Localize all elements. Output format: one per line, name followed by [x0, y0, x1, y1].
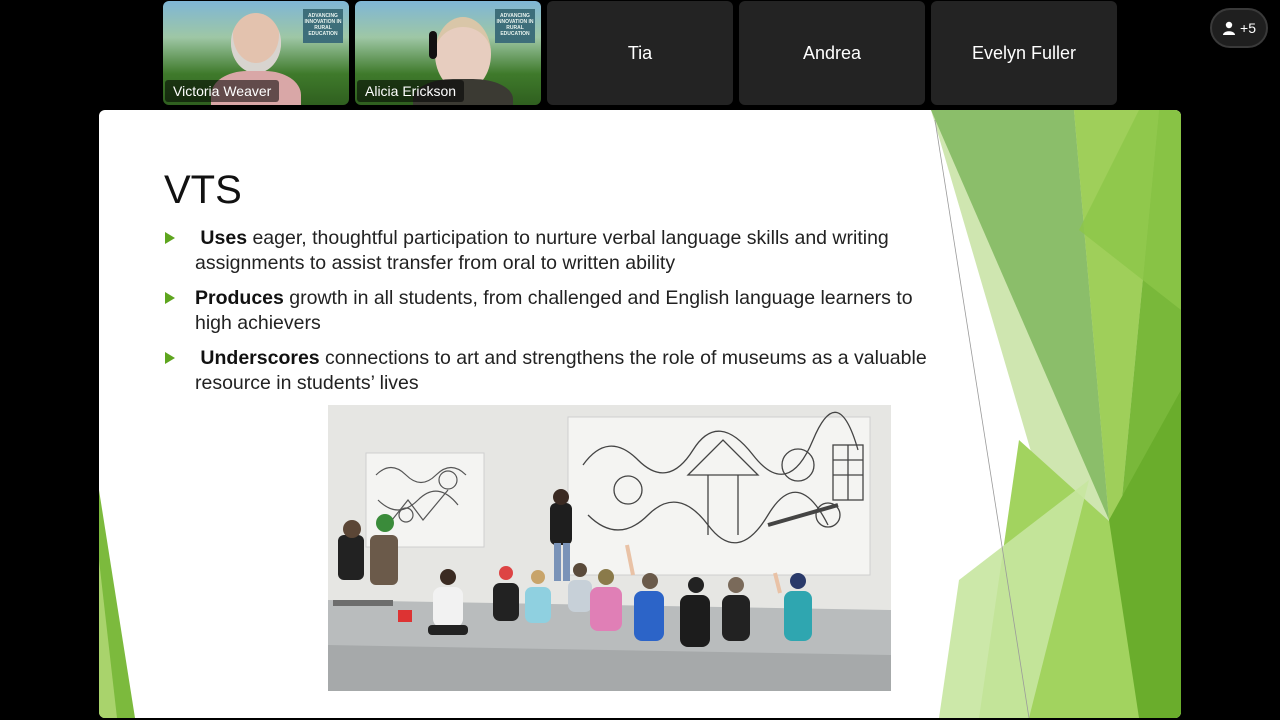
bullet-arrow-icon: [165, 352, 175, 364]
participant-tile-andrea[interactable]: Andrea: [739, 1, 925, 105]
participant-name-label: Victoria Weaver: [165, 80, 280, 102]
more-participants-count: +5: [1240, 20, 1256, 36]
museum-photo-illustration: [328, 405, 891, 691]
participant-tile-alicia-erickson[interactable]: ADVANCING INNOVATION IN RURAL EDUCATION …: [355, 1, 541, 105]
bullet-item: Underscores connections to art and stren…: [165, 346, 945, 395]
bullet-text: eager, thoughtful participation to nurtu…: [195, 227, 889, 274]
slide-title: VTS: [164, 168, 242, 212]
bullet-list: Uses eager, thoughtful participation to …: [165, 226, 945, 406]
participant-name-label: Alicia Erickson: [357, 80, 465, 102]
participant-video: [231, 13, 281, 73]
person-icon: [1223, 21, 1236, 35]
participant-name: Evelyn Fuller: [971, 42, 1077, 63]
participant-tile-evelyn-fuller[interactable]: Evelyn Fuller: [931, 1, 1117, 105]
museum-class-photo: [328, 405, 891, 691]
organization-logo: ADVANCING INNOVATION IN RURAL EDUCATION: [495, 9, 535, 43]
participant-tile-tia[interactable]: Tia: [547, 1, 733, 105]
bullet-item: Produces growth in all students, from ch…: [165, 286, 945, 335]
organization-logo: ADVANCING INNOVATION IN RURAL EDUCATION: [303, 9, 343, 43]
headset-icon: [429, 31, 437, 59]
bullet-arrow-icon: [165, 292, 175, 304]
participant-name: Tia: [627, 42, 653, 63]
bullet-text: growth in all students, from challenged …: [195, 287, 913, 334]
bullet-keyword: Underscores: [200, 347, 320, 369]
more-participants-button[interactable]: +5: [1210, 8, 1268, 48]
participant-tile-victoria-weaver[interactable]: ADVANCING INNOVATION IN RURAL EDUCATION …: [163, 1, 349, 105]
shared-slide: VTS Uses eager, thoughtful participation…: [99, 110, 1181, 718]
bullet-keyword: Uses: [200, 227, 248, 249]
participant-name: Andrea: [802, 42, 862, 63]
bullet-keyword: Produces: [195, 287, 284, 309]
bullet-arrow-icon: [165, 232, 175, 244]
bullet-item: Uses eager, thoughtful participation to …: [165, 226, 945, 275]
